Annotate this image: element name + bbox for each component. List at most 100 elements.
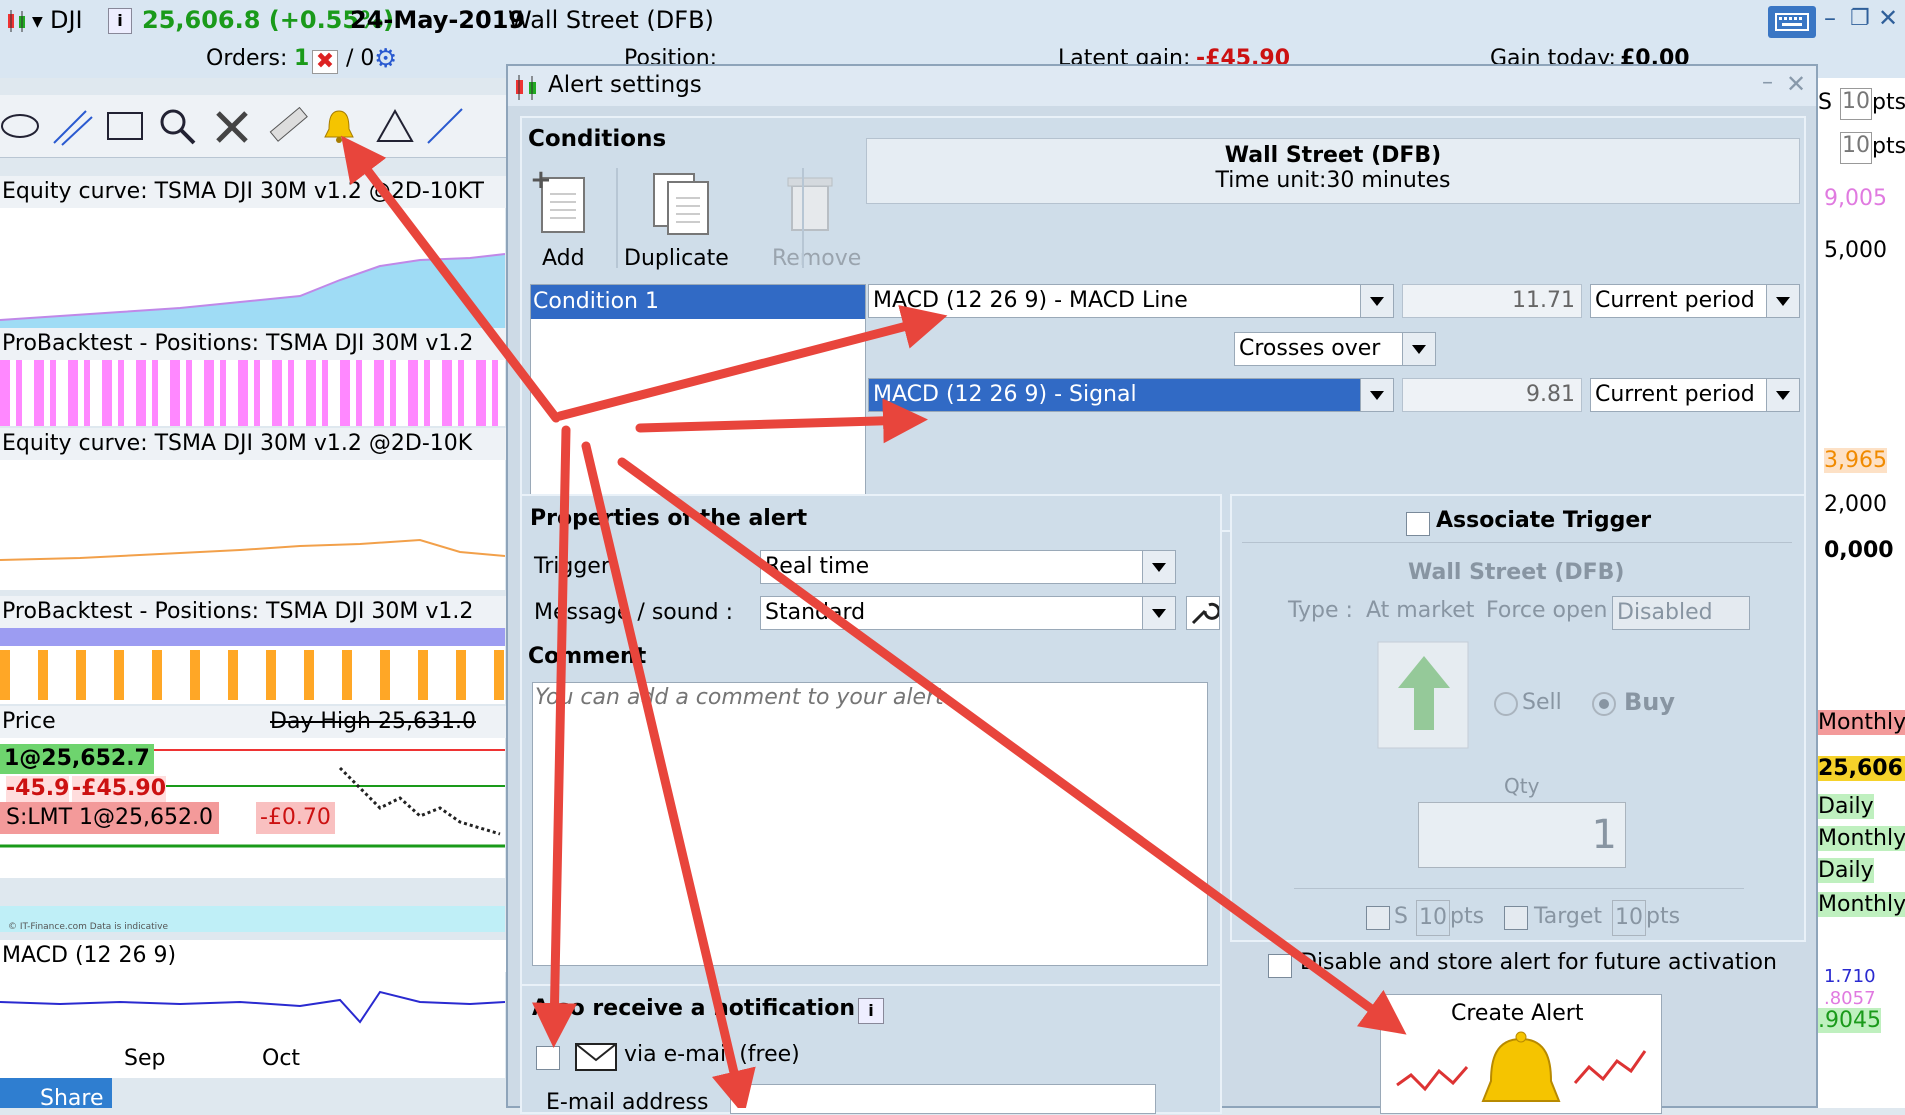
chevron-down-icon[interactable] bbox=[1766, 379, 1799, 411]
dialog-title: Alert settings bbox=[548, 72, 702, 98]
drawing-toolbar bbox=[0, 95, 510, 158]
positions-chart-1 bbox=[0, 360, 505, 426]
associate-trigger-checkbox[interactable] bbox=[1406, 512, 1430, 536]
share-button[interactable]: Share bbox=[0, 1078, 112, 1111]
dialog-minimize-icon[interactable]: – bbox=[1762, 70, 1773, 95]
buy-radio[interactable] bbox=[1592, 692, 1616, 716]
price-chart: 1@25,652.7 -45.9 -£45.90 S:LMT 1@25,652.… bbox=[0, 738, 505, 878]
positions-chart-2 bbox=[0, 628, 505, 704]
dialog-close-icon[interactable]: ✕ bbox=[1786, 70, 1806, 98]
right-s-label: S bbox=[1818, 90, 1832, 115]
order-tag[interactable]: 1@25,652.7 bbox=[0, 744, 154, 774]
email-checkbox[interactable] bbox=[536, 1046, 560, 1070]
chevron-down-icon[interactable] bbox=[1402, 333, 1435, 365]
symbol-dropdown-arrow-icon[interactable]: ▼ bbox=[32, 14, 43, 30]
ruler-icon[interactable] bbox=[266, 105, 308, 147]
period-1-select[interactable]: Current period bbox=[1590, 284, 1800, 318]
right-value-5: 0,000 bbox=[1824, 538, 1894, 563]
chevron-down-icon[interactable] bbox=[1142, 551, 1175, 583]
add-condition-button[interactable]: + Add bbox=[528, 165, 598, 272]
wrench-settings-button[interactable] bbox=[1186, 596, 1221, 630]
gear-icon[interactable]: ⚙ bbox=[374, 44, 397, 74]
envelope-icon bbox=[575, 1043, 617, 1071]
trigger-value: Real time bbox=[765, 554, 870, 579]
force-open-label: Force open bbox=[1486, 598, 1608, 623]
indicator-2-select[interactable]: MACD (12 26 9) - Signal bbox=[868, 378, 1394, 412]
period-2-select[interactable]: Current period bbox=[1590, 378, 1800, 412]
macd-label: MACD (12 26 9) bbox=[2, 943, 177, 968]
right-l-value[interactable]: 10 bbox=[1840, 132, 1872, 164]
triangle-tool-icon[interactable] bbox=[374, 105, 416, 147]
chevron-down-icon[interactable] bbox=[1360, 379, 1393, 411]
right-pts-1: pts bbox=[1872, 90, 1905, 115]
channel-tool-icon[interactable] bbox=[52, 105, 94, 147]
alert-bell-icon[interactable] bbox=[318, 105, 360, 147]
right-value-4: 2,000 bbox=[1824, 492, 1887, 517]
stop-label: S bbox=[1394, 904, 1408, 929]
stop-pts: pts bbox=[1450, 904, 1485, 929]
right-s-value[interactable]: 10 bbox=[1840, 88, 1872, 120]
indicator-1-current-value: 11.71 bbox=[1402, 284, 1582, 318]
type-label: Type : bbox=[1288, 598, 1353, 623]
chevron-down-icon[interactable] bbox=[1142, 597, 1175, 629]
day-high-label: Day High 25,631.0 bbox=[270, 709, 476, 734]
condition-list-item[interactable]: Condition 1 bbox=[531, 285, 865, 319]
tools-icon[interactable] bbox=[212, 105, 254, 147]
create-alert-button[interactable]: Create Alert bbox=[1380, 994, 1662, 1114]
right-value-1: 9,005 bbox=[1824, 186, 1887, 211]
qty-input[interactable]: 1 bbox=[1418, 802, 1626, 868]
info-icon[interactable]: i bbox=[858, 998, 884, 1024]
limit-pl: -£0.70 bbox=[256, 802, 335, 834]
orders-label: Orders: bbox=[206, 46, 288, 71]
add-label: Add bbox=[542, 246, 585, 271]
remove-label: Remove bbox=[772, 246, 862, 271]
stop-checkbox[interactable] bbox=[1366, 906, 1390, 930]
sell-label: Sell bbox=[1522, 690, 1562, 715]
remove-condition-button[interactable]: Remove bbox=[762, 168, 862, 272]
buy-arrow-icon[interactable] bbox=[1376, 640, 1472, 752]
message-sound-label: Message / sound : bbox=[534, 600, 733, 625]
right-side-panel: S 10 pts 10 pts 9,005 5,000 3,965 2,000 … bbox=[1818, 78, 1905, 1108]
candlestick-icon bbox=[516, 75, 536, 100]
svg-text:+: + bbox=[530, 168, 552, 195]
limit-order-tag[interactable]: S:LMT 1@25,652.0 bbox=[0, 802, 220, 834]
operator-select[interactable]: Crosses over bbox=[1234, 332, 1436, 366]
chevron-down-icon[interactable] bbox=[1766, 285, 1799, 317]
email-address-input[interactable] bbox=[730, 1084, 1156, 1114]
period-2-value: Current period bbox=[1595, 382, 1755, 407]
chevron-down-icon[interactable] bbox=[1360, 285, 1393, 317]
target-value[interactable]: 10 bbox=[1612, 900, 1646, 936]
disable-store-checkbox[interactable] bbox=[1268, 954, 1292, 978]
duplicate-document-icon bbox=[653, 173, 709, 235]
conditions-heading: Conditions bbox=[528, 126, 667, 152]
share-label: Share bbox=[40, 1086, 104, 1111]
ellipse-tool-icon[interactable] bbox=[0, 105, 42, 147]
sell-radio[interactable] bbox=[1494, 692, 1518, 716]
cancel-orders-icon[interactable]: ✖ bbox=[312, 50, 338, 74]
add-document-icon: + bbox=[530, 165, 585, 233]
symbol-label[interactable]: DJI bbox=[50, 6, 83, 34]
force-open-value: Disabled bbox=[1617, 600, 1713, 625]
equity-curve-header-2: Equity curve: TSMA DJI 30M v1.2 @2D-10K bbox=[0, 428, 507, 460]
right-monthly-2: Monthly bbox=[1818, 826, 1905, 851]
target-checkbox[interactable] bbox=[1504, 906, 1528, 930]
operator-value: Crosses over bbox=[1239, 336, 1381, 361]
trigger-instrument: Wall Street (DFB) bbox=[1408, 560, 1625, 585]
right-price-tag: 25,606.8 bbox=[1818, 756, 1905, 781]
zoom-icon[interactable] bbox=[156, 105, 198, 147]
rectangle-tool-icon[interactable] bbox=[104, 105, 146, 147]
close-window-icon[interactable]: ✕ bbox=[1878, 4, 1898, 32]
instrument-box: Wall Street (DFB) Time unit:30 minutes bbox=[866, 138, 1800, 204]
duplicate-condition-button[interactable]: Duplicate bbox=[624, 168, 752, 272]
message-sound-select[interactable]: Standard bbox=[760, 596, 1176, 630]
trigger-select[interactable]: Real time bbox=[760, 550, 1176, 584]
stop-value[interactable]: 10 bbox=[1416, 900, 1450, 936]
indicator-1-select[interactable]: MACD (12 26 9) - MACD Line bbox=[868, 284, 1394, 318]
minimize-window-icon[interactable]: – bbox=[1824, 4, 1836, 32]
info-icon[interactable]: i bbox=[108, 8, 132, 34]
line-tool-icon[interactable] bbox=[424, 105, 466, 147]
keyboard-icon[interactable] bbox=[1768, 6, 1816, 38]
force-open-select[interactable]: Disabled bbox=[1612, 596, 1750, 630]
comment-textarea[interactable] bbox=[532, 682, 1208, 966]
restore-window-icon[interactable]: ❐ bbox=[1850, 6, 1870, 31]
